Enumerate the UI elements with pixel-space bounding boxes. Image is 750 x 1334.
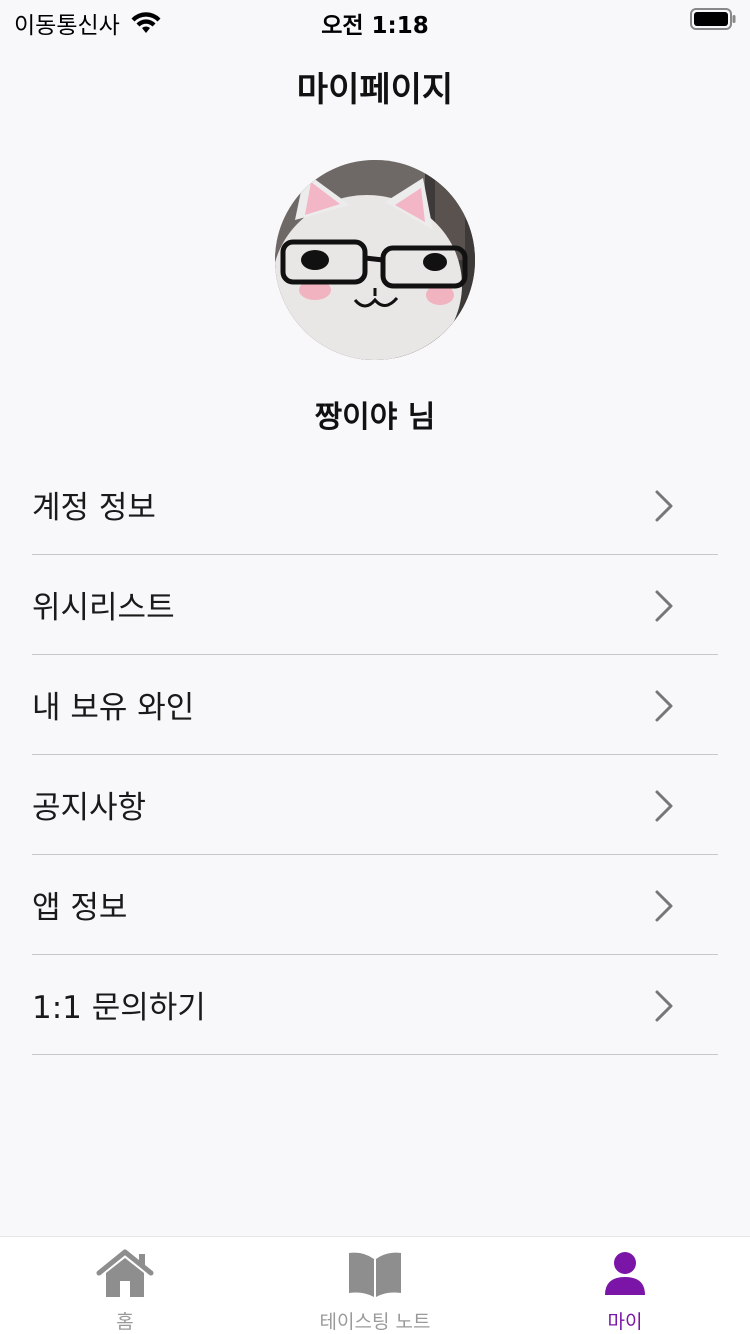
menu-list: 계정 정보 위시리스트 내 보유 와인 공지사항 앱 정보 1:1 문의하기 <box>32 455 718 1055</box>
battery-icon <box>690 8 736 30</box>
status-time: 오전 1:18 <box>321 13 429 39</box>
book-icon <box>349 1252 401 1297</box>
my-page-screen: 이동통신사 오전 1:18 마이페이지 짱이야 님 계정 정보 위시리스트 내 … <box>0 0 750 1334</box>
chevron-right-icon <box>655 690 673 722</box>
menu-item-inquiry[interactable]: 1:1 문의하기 <box>32 955 718 1055</box>
tab-bar: 홈 테이스팅 노트 마이 <box>0 1236 750 1334</box>
chevron-right-icon <box>655 890 673 922</box>
chevron-right-icon <box>655 590 673 622</box>
menu-item-notices[interactable]: 공지사항 <box>32 755 718 855</box>
chevron-right-icon <box>655 990 673 1022</box>
menu-item-label: 계정 정보 <box>32 490 156 526</box>
menu-item-account-info[interactable]: 계정 정보 <box>32 455 718 555</box>
menu-item-label: 내 보유 와인 <box>32 690 195 726</box>
chevron-right-icon <box>655 490 673 522</box>
menu-item-app-info[interactable]: 앱 정보 <box>32 855 718 955</box>
menu-item-label: 앱 정보 <box>32 890 128 926</box>
menu-item-my-wines[interactable]: 내 보유 와인 <box>32 655 718 755</box>
avatar-image <box>275 160 475 360</box>
menu-item-label: 공지사항 <box>32 790 147 826</box>
person-icon <box>605 1252 645 1295</box>
status-bar: 이동통신사 오전 1:18 <box>0 0 750 40</box>
menu-item-label: 1:1 문의하기 <box>32 990 206 1026</box>
home-icon <box>96 1249 154 1297</box>
tab-label: 마이 <box>607 1311 643 1333</box>
tab-home[interactable]: 홈 <box>0 1237 250 1334</box>
chevron-right-icon <box>655 790 673 822</box>
tab-label: 홈 <box>116 1311 134 1333</box>
page-title: 마이페이지 <box>296 70 454 110</box>
menu-item-wishlist[interactable]: 위시리스트 <box>32 555 718 655</box>
tab-tasting-notes[interactable]: 테이스팅 노트 <box>250 1237 500 1334</box>
tab-my[interactable]: 마이 <box>500 1237 750 1334</box>
tab-label: 테이스팅 노트 <box>319 1311 431 1333</box>
menu-item-label: 위시리스트 <box>32 590 175 626</box>
profile-avatar[interactable] <box>275 160 475 360</box>
profile-name: 짱이야 님 <box>314 400 436 435</box>
